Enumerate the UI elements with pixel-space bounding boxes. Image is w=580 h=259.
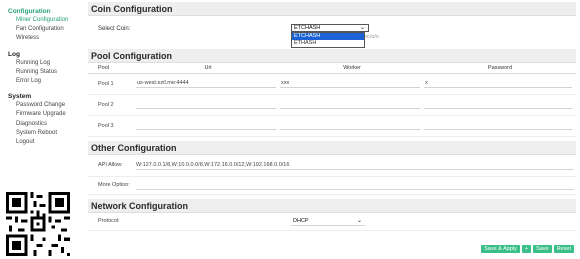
coin-option-etchash[interactable]: ETCHASH <box>292 33 364 40</box>
pool-row-label: Pool 2 <box>88 94 136 116</box>
sidebar-item-wireless[interactable]: Wireless <box>8 34 86 43</box>
sidebar: Configuration Miner Configuration Fan Co… <box>0 0 86 259</box>
pool-row-label: Pool 3 <box>88 115 136 137</box>
pool-table-header-row: Pool Url Worker Password <box>88 63 576 74</box>
api-allow-row: API Allow: W:127.0.0.1/8,W:10.0.0.0/8,W:… <box>88 155 576 177</box>
url-column-header: Url <box>136 63 280 74</box>
coin-configuration-section: Coin Configuration Select Coin: ec/o/o E… <box>88 2 576 49</box>
pool-3-worker-input[interactable] <box>280 121 420 130</box>
network-configuration-section: Network Configuration Protocol: DHCP ⌄ <box>88 198 576 231</box>
reset-button[interactable]: Reset <box>553 245 574 253</box>
pool-2-url-input[interactable] <box>136 100 276 109</box>
sidebar-item-diagnostics[interactable]: Diagnostics <box>8 120 86 129</box>
network-configuration-title: Network Configuration <box>88 198 576 213</box>
nav-group-system: System Password Change Firmware Upgrade … <box>0 92 86 147</box>
nav-group-configuration: Configuration Miner Configuration Fan Co… <box>0 7 86 44</box>
pool-column-header: Pool <box>88 63 136 74</box>
pool-table: Pool Url Worker Password Pool 1 us-west.… <box>88 63 576 137</box>
pool-1-url-input[interactable]: us-west.ezil.me:4444 <box>136 79 276 88</box>
select-coin-label: Select Coin: <box>98 26 131 32</box>
coin-select[interactable]: ETCHASH ⌄ <box>291 24 369 32</box>
protocol-select-value: DHCP <box>293 217 309 224</box>
more-option-label: More Option: <box>98 182 130 188</box>
more-option-row: More Option: <box>88 177 576 195</box>
protocol-select[interactable]: DHCP ⌄ <box>291 217 365 226</box>
sidebar-item-password-change[interactable]: Password Change <box>8 101 86 110</box>
chevron-down-icon: ⌄ <box>356 217 362 224</box>
coin-configuration-body: Select Coin: ec/o/o ETCHASH ⌄ ETCHASH ET… <box>88 16 576 49</box>
other-configuration-section: Other Configuration API Allow: W:127.0.0… <box>88 140 576 195</box>
pool-2-worker-input[interactable] <box>280 100 420 109</box>
plus-button[interactable]: + <box>521 245 532 253</box>
pool-2-password-input[interactable] <box>424 100 572 109</box>
sidebar-item-error-log[interactable]: Error Log <box>8 77 86 86</box>
protocol-row: Protocol: DHCP ⌄ <box>88 213 576 231</box>
qr-code-icon <box>6 192 70 256</box>
sidebar-item-miner-configuration[interactable]: Miner Configuration <box>8 16 86 25</box>
table-row: Pool 1 us-west.ezil.me:4444 xxx x <box>88 73 576 95</box>
pool-row-label: Pool 1 <box>88 73 136 95</box>
sidebar-item-running-log[interactable]: Running Log <box>8 59 86 68</box>
more-option-input[interactable] <box>136 181 574 190</box>
nav-head-system[interactable]: System <box>8 92 86 101</box>
save-button[interactable]: Save <box>533 245 552 253</box>
action-buttons: Save & Apply + Save Reset <box>479 245 574 253</box>
coin-hint-text: ec/o/o <box>364 34 379 40</box>
sidebar-item-running-status[interactable]: Running Status <box>8 68 86 77</box>
api-allow-input[interactable]: W:127.0.0.1/8,W:10.0.0.0/8,W:172.16.0.0/… <box>136 161 574 170</box>
pool-3-password-input[interactable] <box>424 121 572 130</box>
pool-configuration-section: Pool Configuration Pool Url Worker Passw… <box>88 49 576 137</box>
coin-dropdown-list: ETCHASH ETHASH <box>291 32 365 48</box>
nav-group-log: Log Running Log Running Status Error Log <box>0 50 86 87</box>
table-row: Pool 3 <box>88 115 576 137</box>
password-column-header: Password <box>424 63 576 74</box>
protocol-label: Protocol: <box>98 218 120 224</box>
worker-column-header: Worker <box>280 63 424 74</box>
coin-configuration-title: Coin Configuration <box>88 2 576 16</box>
sidebar-item-fan-configuration[interactable]: Fan Configuration <box>8 25 86 34</box>
coin-select-value: ETCHASH <box>294 25 321 31</box>
pool-1-worker-input[interactable]: xxx <box>280 79 420 88</box>
save-apply-button[interactable]: Save & Apply <box>481 245 520 253</box>
other-configuration-title: Other Configuration <box>88 140 576 155</box>
api-allow-label: API Allow: <box>98 162 123 168</box>
pool-3-url-input[interactable] <box>136 121 276 130</box>
nav-head-configuration[interactable]: Configuration <box>8 7 86 16</box>
sidebar-item-logout[interactable]: Logout <box>8 138 86 147</box>
main-content: Coin Configuration Select Coin: ec/o/o E… <box>88 2 576 259</box>
sidebar-item-firmware-upgrade[interactable]: Firmware Upgrade <box>8 110 86 119</box>
pool-1-password-input[interactable]: x <box>424 79 572 88</box>
pool-configuration-title: Pool Configuration <box>88 49 576 63</box>
sidebar-item-system-reboot[interactable]: System Reboot <box>8 129 86 138</box>
nav-head-log[interactable]: Log <box>8 50 86 59</box>
coin-option-ethash[interactable]: ETHASH <box>292 40 364 47</box>
table-row: Pool 2 <box>88 94 576 116</box>
chevron-down-icon: ⌄ <box>359 25 365 31</box>
